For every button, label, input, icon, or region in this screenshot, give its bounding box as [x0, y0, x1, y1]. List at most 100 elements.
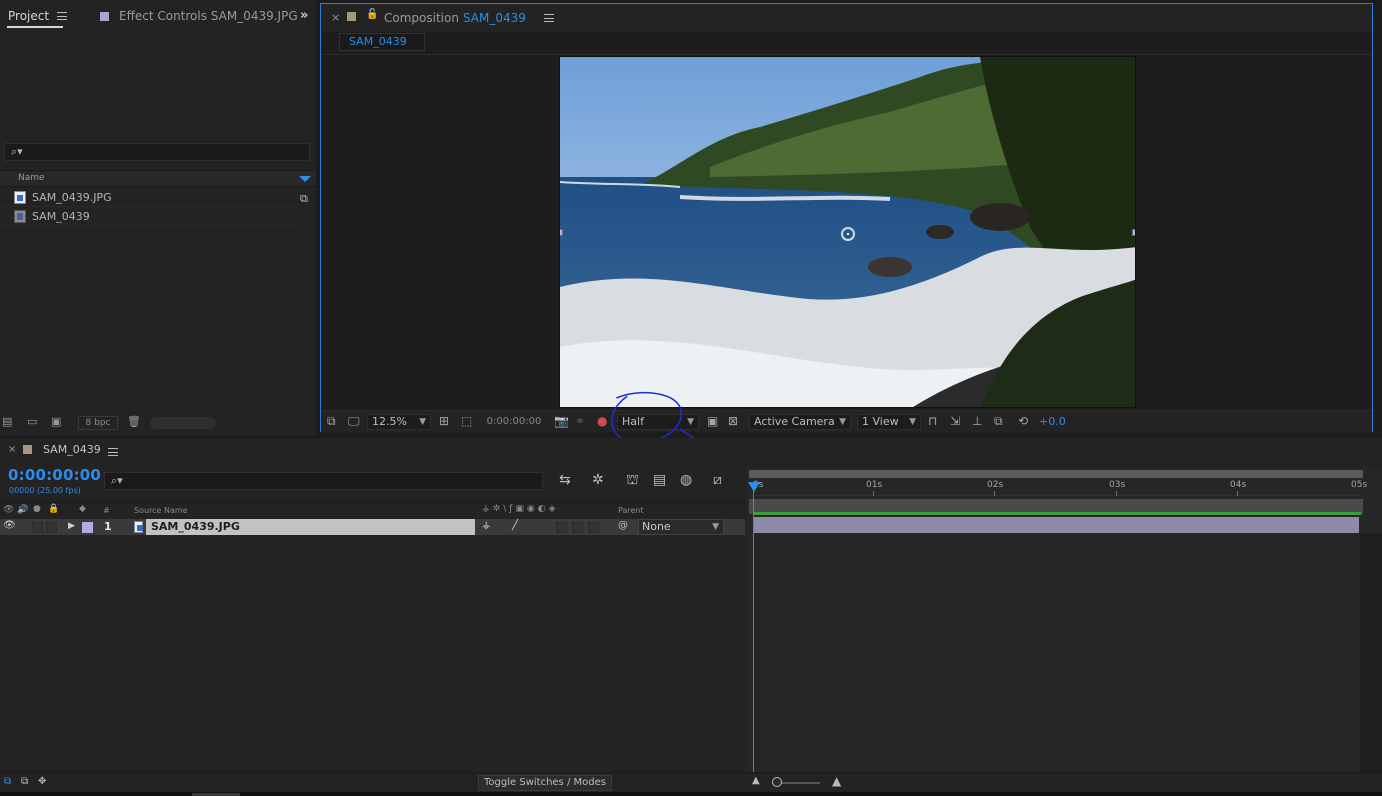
- switch-cell[interactable]: [588, 522, 599, 533]
- video-switch-icon[interactable]: 👁: [3, 505, 14, 515]
- layer-handle[interactable]: [560, 229, 563, 236]
- zoom-out-icon[interactable]: ▲: [752, 775, 760, 786]
- time-ruler[interactable]: 0s 01s 02s 03s 04s 05s: [749, 480, 1367, 496]
- shy-layers-icon[interactable]: ⛫: [626, 472, 639, 490]
- toggle-switches-modes-button[interactable]: Toggle Switches / Modes: [478, 775, 612, 791]
- label-color-swatch: [23, 445, 32, 454]
- monitor-icon[interactable]: 🖵: [348, 414, 360, 429]
- tab-project-label: Project: [8, 9, 50, 23]
- timeline-icon[interactable]: ⊥: [972, 414, 982, 428]
- switch-cell[interactable]: [572, 522, 583, 533]
- thumbnail-slider[interactable]: [150, 417, 216, 429]
- new-composition-icon[interactable]: ▣: [51, 415, 61, 428]
- trash-icon[interactable]: 🗑: [127, 415, 141, 428]
- timeline-search-input[interactable]: ⌕▾: [104, 472, 543, 490]
- panel-menu-icon[interactable]: [543, 14, 554, 22]
- snapshot-icon[interactable]: 📷: [554, 414, 569, 428]
- layer-row[interactable]: 👁 ▶ 1 SAM_0439.JPG ⚶ ╱ @ None ▼: [0, 519, 745, 535]
- timeline-tab-title[interactable]: SAM_0439: [43, 443, 101, 456]
- draft-3d-icon[interactable]: ✲: [592, 472, 604, 488]
- current-time-field[interactable]: 0:00:00:00: [481, 414, 547, 430]
- interpret-footage-icon[interactable]: ▤: [2, 415, 12, 428]
- layer-handle[interactable]: [1132, 229, 1135, 236]
- view-layout-value: 1 View: [862, 415, 899, 428]
- project-item-comp[interactable]: SAM_0439: [0, 207, 298, 226]
- layer-label-color[interactable]: [82, 522, 93, 533]
- motion-blur-icon[interactable]: ◍: [680, 472, 692, 488]
- zoom-in-icon[interactable]: ▲: [832, 774, 841, 788]
- audio-switch-icon[interactable]: 🔊: [17, 505, 28, 515]
- composition-tab-title[interactable]: Composition SAM_0439: [384, 11, 554, 25]
- magnification-dropdown[interactable]: 12.5% ▼: [367, 414, 431, 430]
- close-icon[interactable]: ×: [8, 444, 16, 455]
- transfer-controls-icon[interactable]: ⧉: [21, 776, 28, 787]
- region-of-interest-icon[interactable]: ▣: [707, 414, 718, 428]
- lock-cell[interactable]: [46, 522, 57, 533]
- new-folder-icon[interactable]: ▭: [27, 415, 37, 428]
- flowchart-icon[interactable]: ⧉: [994, 414, 1003, 429]
- bottom-scrollbar[interactable]: [0, 792, 1382, 796]
- exposure-value[interactable]: +0.0: [1039, 415, 1066, 428]
- toggle-pixel-aspect-icon[interactable]: ⊓: [928, 414, 937, 428]
- close-icon[interactable]: ×: [331, 11, 340, 24]
- eye-icon[interactable]: 👁: [3, 520, 16, 531]
- project-item-image[interactable]: SAM_0439.JPG: [0, 188, 298, 207]
- always-preview-icon[interactable]: ⧉: [327, 414, 336, 429]
- parent-dropdown[interactable]: None ▼: [638, 519, 724, 535]
- ruler-tick: [1237, 491, 1238, 496]
- transparency-grid-icon[interactable]: ⊠: [728, 414, 738, 428]
- layer-name[interactable]: SAM_0439.JPG: [146, 519, 475, 535]
- composition-mini-flowchart-icon[interactable]: ⇆: [559, 472, 571, 488]
- chevron-down-icon: ▼: [839, 417, 846, 427]
- project-search-input[interactable]: ⌕▾: [4, 143, 310, 161]
- timeline-status-bar: ⧉ ⧉ ✥ Toggle Switches / Modes ▲ ▲: [0, 772, 1382, 792]
- timeline-right-gutter: [1360, 533, 1382, 772]
- label-column-icon[interactable]: ◆: [79, 504, 86, 514]
- panel-menu-icon[interactable]: [108, 448, 118, 456]
- lock-icon[interactable]: 🔓: [366, 9, 378, 20]
- in-out-duration-icon[interactable]: ✥: [38, 776, 46, 787]
- show-snapshot-icon[interactable]: ⚭: [575, 414, 585, 428]
- anchor-point-icon[interactable]: [841, 227, 855, 241]
- timeline-graph-area[interactable]: 0s 01s 02s 03s 04s 05s: [746, 468, 1382, 772]
- bit-depth-button[interactable]: 8 bpc: [78, 416, 118, 430]
- layer-switches-icon[interactable]: ⧉: [4, 776, 11, 787]
- tab-effect-controls[interactable]: Effect Controls SAM_0439.JPG: [100, 0, 298, 32]
- composition-viewer[interactable]: [559, 56, 1136, 408]
- graph-editor-icon[interactable]: ⧄: [713, 472, 722, 488]
- source-name-column-label[interactable]: Source Name: [134, 506, 188, 515]
- zoom-slider-knob[interactable]: [772, 777, 782, 787]
- camera-dropdown[interactable]: Active Camera ▼: [749, 414, 851, 430]
- lock-switch-icon[interactable]: 🔒: [48, 504, 59, 514]
- fast-previews-icon[interactable]: ⇲: [950, 414, 960, 428]
- mask-visibility-icon[interactable]: ⬚: [461, 414, 472, 428]
- view-layout-dropdown[interactable]: 1 View ▼: [857, 414, 921, 430]
- chevron-down-icon: ▼: [712, 522, 719, 532]
- comp-navigator-tab[interactable]: SAM_0439: [339, 33, 425, 51]
- switch-cell[interactable]: [556, 522, 567, 533]
- ruler-tick: [994, 491, 995, 496]
- current-time-indicator[interactable]: [753, 482, 754, 772]
- quality-switch-icon[interactable]: ╱: [512, 520, 518, 531]
- shy-switch-icon[interactable]: ⚶: [482, 520, 491, 531]
- reset-exposure-icon[interactable]: ⟲: [1018, 414, 1028, 428]
- sort-arrow-icon[interactable]: [299, 176, 311, 182]
- frame-blending-icon[interactable]: ▤: [653, 472, 666, 488]
- number-column-label: #: [103, 506, 110, 515]
- ruler-label: 01s: [866, 480, 883, 490]
- layer-duration-bar[interactable]: [753, 517, 1359, 533]
- playhead-icon[interactable]: [748, 482, 760, 492]
- current-time-display[interactable]: 0:00:00:00: [8, 466, 101, 484]
- panel-menu-icon[interactable]: [57, 12, 68, 20]
- project-column-header[interactable]: Name: [0, 170, 316, 187]
- grid-overlay-icon[interactable]: ⊞: [439, 414, 449, 428]
- work-area-bar[interactable]: [749, 470, 1363, 478]
- flowchart-icon[interactable]: ⧉: [300, 192, 308, 206]
- solo-cell[interactable]: [32, 522, 43, 533]
- expand-triangle-icon[interactable]: ▶: [68, 521, 75, 531]
- solo-switch-icon[interactable]: ●: [33, 504, 41, 514]
- overflow-chevron-icon[interactable]: »: [300, 8, 308, 23]
- pick-whip-icon[interactable]: @: [618, 520, 628, 531]
- chevron-down-icon: ▼: [909, 417, 916, 427]
- search-icon: ⌕▾: [11, 145, 23, 158]
